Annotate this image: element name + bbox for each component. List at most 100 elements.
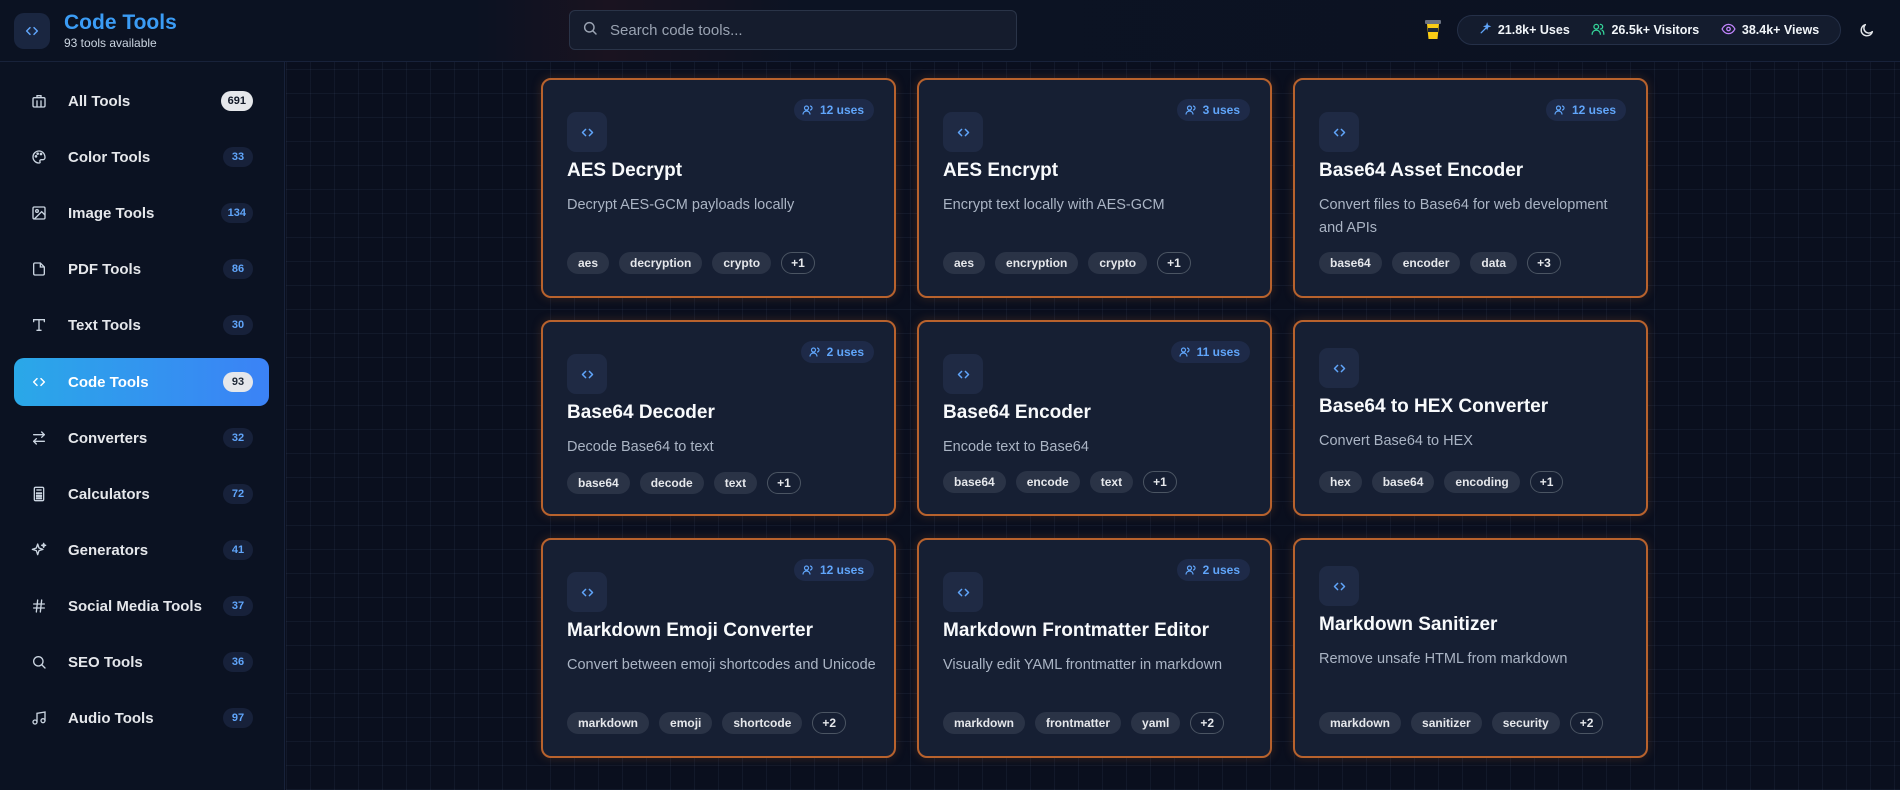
tool-count-badge: 32	[223, 428, 253, 448]
sidebar-item-color-tools[interactable]: Color Tools 33	[14, 133, 269, 181]
tool-card-markdown-sanitizer[interactable]: Markdown Sanitizer Remove unsafe HTML fr…	[1293, 538, 1648, 758]
tag[interactable]: base64	[943, 471, 1006, 493]
tag[interactable]: security	[1491, 712, 1560, 734]
tag[interactable]: base64	[1371, 471, 1435, 493]
usage-badge: 12 uses	[793, 559, 874, 581]
calculator-icon	[30, 485, 48, 503]
tool-description: Visually edit YAML frontmatter in markdo…	[943, 657, 1223, 673]
tool-card-markdown-emoji-converter[interactable]: 12 uses Markdown Emoji Converter Convert…	[541, 538, 896, 758]
tag[interactable]: data	[1470, 252, 1518, 274]
tag[interactable]: decryption	[619, 252, 703, 274]
tag[interactable]: base64	[567, 472, 630, 494]
more-tags-badge[interactable]: +2	[1569, 712, 1604, 734]
code-icon	[1319, 566, 1359, 606]
code-icon	[567, 572, 607, 612]
code-icon	[14, 13, 50, 49]
tag-list: markdown frontmatter yaml +2	[943, 712, 1225, 734]
tool-title: Markdown Frontmatter Editor	[943, 620, 1210, 641]
sidebar-item-pdf-tools[interactable]: PDF Tools 86	[14, 245, 269, 293]
tag[interactable]: frontmatter	[1035, 712, 1122, 734]
stat-visitors: 26.5k+ Visitors	[1591, 22, 1699, 39]
sidebar-item-code-tools[interactable]: Code Tools 93	[14, 358, 269, 406]
tag[interactable]: hex	[1319, 471, 1362, 493]
search-box[interactable]	[569, 10, 1017, 50]
tool-card-base64-decoder[interactable]: 2 uses Base64 Decoder Decode Base64 to t…	[541, 320, 896, 516]
tool-card-markdown-frontmatter-editor[interactable]: 2 uses Markdown Frontmatter Editor Visua…	[917, 538, 1272, 758]
sidebar-item-audio-tools[interactable]: Audio Tools 97	[14, 694, 269, 742]
tag[interactable]: text	[1089, 471, 1134, 493]
tag[interactable]: encoding	[1444, 471, 1520, 493]
sidebar-item-text-tools[interactable]: Text Tools 30	[14, 301, 269, 349]
usage-badge: 2 uses	[800, 341, 874, 363]
search-input[interactable]	[610, 21, 1016, 39]
tag[interactable]: decode	[639, 472, 704, 494]
tag-list: base64 encoder data +3	[1319, 252, 1561, 274]
tool-card-base64-asset-encoder[interactable]: 12 uses Base64 Asset Encoder Convert fil…	[1293, 78, 1648, 298]
more-tags-badge[interactable]: +1	[1143, 471, 1177, 493]
tool-count-badge: 41	[223, 540, 253, 560]
usage-badge: 11 uses	[1170, 341, 1250, 363]
usage-badge: 12 uses	[793, 99, 874, 121]
tool-title: Base64 to HEX Converter	[1319, 396, 1549, 417]
tag[interactable]: encryption	[995, 252, 1079, 274]
more-tags-badge[interactable]: +1	[781, 252, 815, 274]
brand[interactable]: Code Tools 93 tools available	[14, 12, 177, 50]
more-tags-badge[interactable]: +2	[1190, 712, 1225, 734]
tag[interactable]: markdown	[943, 712, 1026, 734]
tool-title: Markdown Sanitizer	[1319, 614, 1498, 635]
code-icon	[943, 572, 983, 612]
moon-icon	[1860, 23, 1874, 37]
more-tags-badge[interactable]: +3	[1527, 252, 1561, 274]
search-icon	[30, 653, 48, 671]
stat-views: 38.4k+ Views	[1721, 22, 1819, 39]
tag[interactable]: sanitizer	[1411, 712, 1482, 734]
tag[interactable]: yaml	[1131, 712, 1181, 734]
sidebar-item-seo-tools[interactable]: SEO Tools 36	[14, 638, 269, 686]
tag[interactable]: aes	[567, 252, 610, 274]
site-stats: 21.8k+ Uses 26.5k+ Visitors 38.4k+ Views	[1457, 15, 1841, 45]
coffee-cup-icon[interactable]	[1422, 18, 1444, 42]
sidebar-item-generators[interactable]: Generators 41	[14, 526, 269, 574]
tool-card-base64-encoder[interactable]: 11 uses Base64 Encoder Encode text to Ba…	[917, 320, 1272, 516]
tool-card-aes-decrypt[interactable]: 12 uses AES Decrypt Decrypt AES-GCM payl…	[541, 78, 896, 298]
sidebar-item-social-media-tools[interactable]: Social Media Tools 37	[14, 582, 269, 630]
tag[interactable]: aes	[943, 252, 986, 274]
tool-description: Encrypt text locally with AES-GCM	[943, 197, 1165, 213]
tag[interactable]: encode	[1015, 471, 1080, 493]
tag[interactable]: text	[713, 472, 758, 494]
image-icon	[30, 204, 48, 222]
tag[interactable]: crypto	[712, 252, 772, 274]
tool-count-badge: 36	[223, 652, 253, 672]
tag[interactable]: encoder	[1391, 252, 1461, 274]
more-tags-badge[interactable]: +1	[1157, 252, 1191, 274]
tag[interactable]: crypto	[1088, 252, 1148, 274]
sidebar-item-image-tools[interactable]: Image Tools 134	[14, 189, 269, 237]
more-tags-badge[interactable]: +2	[812, 712, 847, 734]
tag[interactable]: base64	[1319, 252, 1382, 274]
tool-count-badge: 93	[223, 372, 253, 392]
sidebar-item-all-tools[interactable]: All Tools 691	[14, 77, 269, 125]
tool-card-aes-encrypt[interactable]: 3 uses AES Encrypt Encrypt text locally …	[917, 78, 1272, 298]
sidebar-item-calculators[interactable]: Calculators 72	[14, 470, 269, 518]
sidebar-item-converters[interactable]: Converters 32	[14, 414, 269, 462]
tool-count-badge: 86	[223, 259, 253, 279]
usage-badge: 3 uses	[1176, 99, 1250, 121]
tool-card-base64-to-hex-converter[interactable]: Base64 to HEX Converter Convert Base64 t…	[1293, 320, 1648, 516]
tag[interactable]: markdown	[1319, 712, 1402, 734]
code-icon	[943, 354, 983, 394]
tools-available-count: 93 tools available	[64, 36, 157, 50]
tag[interactable]: emoji	[659, 712, 713, 734]
dark-mode-toggle[interactable]	[1856, 19, 1878, 41]
tag[interactable]: markdown	[567, 712, 650, 734]
tool-description: Encode text to Base64	[943, 439, 1089, 455]
users-icon	[1185, 105, 1196, 115]
tool-count-badge: 691	[220, 91, 253, 111]
tools-grid: 12 uses AES Decrypt Decrypt AES-GCM payl…	[286, 62, 1900, 790]
tag[interactable]: shortcode	[722, 712, 803, 734]
more-tags-badge[interactable]: +1	[1529, 471, 1564, 493]
arrows-icon	[30, 429, 48, 447]
top-bar: Code Tools 93 tools available 21.8k+ Use…	[0, 0, 1900, 62]
more-tags-badge[interactable]: +1	[767, 472, 801, 494]
usage-badge: 12 uses	[1545, 99, 1626, 121]
sparkles-icon	[30, 541, 48, 559]
